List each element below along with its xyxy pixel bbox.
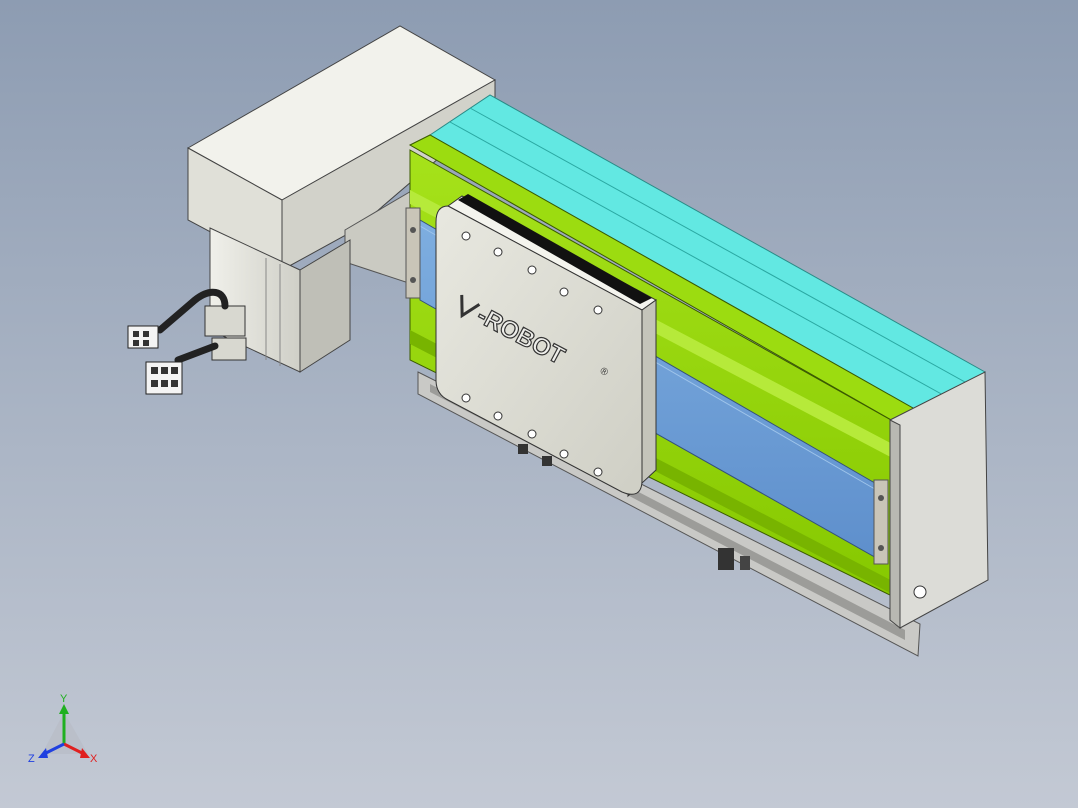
end-plate-hole — [913, 585, 927, 599]
axis-triad: Y X Z — [28, 693, 98, 765]
x-axis-label: X — [90, 753, 98, 765]
limit-sensor-2 — [542, 456, 552, 466]
limit-sensor-4 — [740, 556, 750, 570]
servo-motor-side — [299, 239, 351, 373]
limit-sensor-1 — [518, 444, 528, 454]
power-connector — [211, 337, 247, 361]
power-plug — [145, 361, 183, 395]
limit-sensor-3 — [718, 548, 734, 570]
encoder-plug — [127, 325, 159, 349]
power-cable — [174, 342, 219, 364]
z-axis-label: Z — [28, 753, 35, 765]
linear-actuator-model[interactable]: -ROBOT ® — [0, 0, 1078, 808]
encoder-connector — [204, 305, 246, 337]
end-plate-face — [889, 419, 901, 630]
mount-bracket-right — [873, 479, 889, 565]
cad-viewport[interactable]: -ROBOT ® Y X Z — [0, 0, 1078, 808]
mount-bracket-left — [405, 207, 421, 299]
y-axis-label: Y — [60, 693, 68, 705]
